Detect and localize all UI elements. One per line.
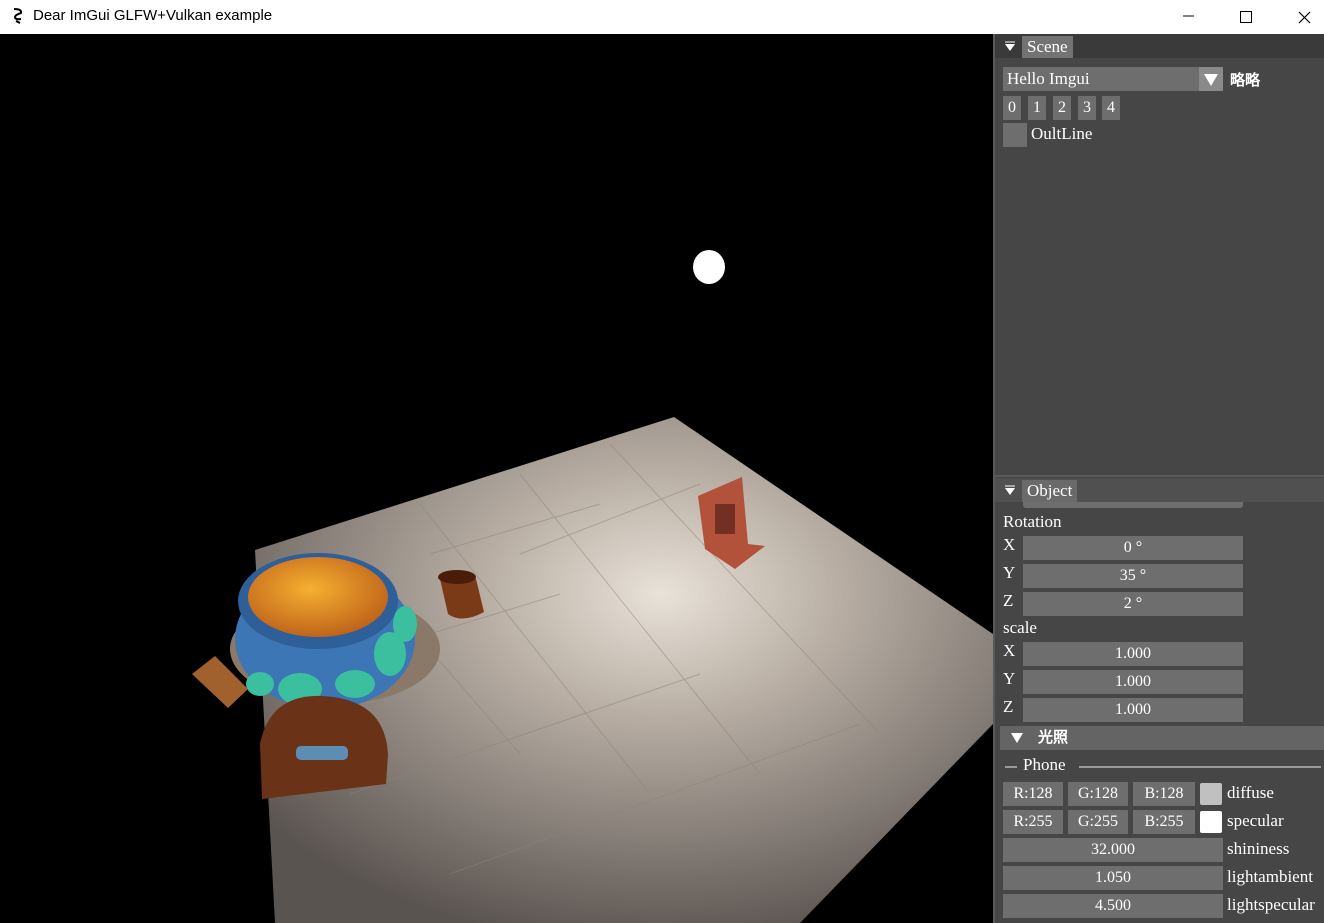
scale-y-label: Y (1003, 669, 1016, 688)
diffuse-r-field[interactable]: R:128 (1003, 782, 1063, 806)
specular-color-swatch[interactable] (1200, 811, 1222, 833)
close-button[interactable] (1275, 0, 1324, 34)
tab-object[interactable]: Object (1022, 480, 1078, 502)
light-collapsing-header[interactable]: 光照 (1000, 726, 1324, 750)
light-header-label: 光照 (1038, 730, 1069, 746)
specular-g-field[interactable]: G:255 (1068, 810, 1128, 834)
scale-z-label: Z (1003, 697, 1014, 716)
index-button-3[interactable]: 3 (1078, 96, 1096, 120)
diffuse-label: diffuse (1227, 783, 1274, 802)
close-icon (1298, 11, 1311, 24)
maximize-icon (1240, 11, 1252, 23)
tab-scene[interactable]: Scene (1022, 36, 1073, 58)
rotation-x-slider[interactable]: 0 ° (1023, 536, 1243, 560)
scale-z-slider[interactable]: 1.000 (1023, 698, 1243, 722)
specular-label: specular (1227, 811, 1284, 830)
minimize-button[interactable] (1159, 0, 1217, 34)
separator-line (1005, 766, 1017, 768)
cauldron-liquid (248, 557, 388, 637)
specular-r-field[interactable]: R:255 (1003, 810, 1063, 834)
lightambient-label: lightambient (1227, 867, 1313, 886)
chevron-down-icon (1204, 74, 1218, 86)
minimize-icon (1183, 15, 1194, 17)
window-title: Dear ImGui GLFW+Vulkan example (33, 7, 273, 24)
shininess-label: shininess (1227, 839, 1290, 858)
rotation-z-slider[interactable]: 2 ° (1023, 592, 1243, 616)
index-button-4[interactable]: 4 (1102, 96, 1120, 120)
scale-x-slider[interactable]: 1.000 (1023, 642, 1243, 666)
rotation-label: Rotation (1003, 512, 1062, 531)
combo-label: 略略 (1230, 73, 1261, 89)
lightspecular-label: lightspecular (1227, 895, 1315, 914)
specular-b-field[interactable]: B:255 (1133, 810, 1195, 834)
scale-label: scale (1003, 618, 1037, 637)
window-divider (995, 475, 1324, 477)
maximize-button[interactable] (1217, 0, 1275, 34)
rotation-y-slider[interactable]: 35 ° (1023, 564, 1243, 588)
diffuse-color-swatch[interactable] (1200, 783, 1222, 805)
object-window-header[interactable]: Object (995, 478, 1324, 502)
rotation-y-label: Y (1003, 563, 1016, 582)
index-button-2[interactable]: 2 (1053, 96, 1071, 120)
scene-window-header[interactable]: Scene (995, 34, 1324, 58)
title-bar: Dear ImGui GLFW+Vulkan example (0, 0, 1324, 34)
scale-x-label: X (1003, 641, 1016, 660)
light-sphere (693, 250, 725, 284)
scene-render (192, 250, 993, 923)
rotation-x-label: X (1003, 535, 1016, 554)
phone-separator-label: Phone (1023, 755, 1066, 774)
outline-label: OultLine (1031, 124, 1093, 143)
imgui-panel: Scene Hello Imgui 略略 0 1 2 3 4 OultLine … (993, 34, 1324, 923)
scale-y-slider[interactable]: 1.000 (1023, 670, 1243, 694)
combo-arrow-button[interactable] (1199, 67, 1223, 91)
scrolled-field[interactable] (1023, 502, 1243, 508)
outline-checkbox[interactable] (1003, 123, 1027, 147)
shininess-slider[interactable]: 32.000 (1003, 838, 1223, 862)
lightambient-slider[interactable]: 1.050 (1003, 866, 1223, 890)
combo-value: Hello Imgui (1007, 69, 1090, 88)
separator-line (1079, 766, 1321, 768)
app-icon (13, 8, 23, 24)
collapse-arrow-icon[interactable] (1004, 485, 1016, 497)
diffuse-b-field[interactable]: B:128 (1133, 782, 1195, 806)
lightspecular-slider[interactable]: 4.500 (1003, 894, 1223, 918)
index-button-0[interactable]: 0 (1003, 96, 1021, 120)
index-button-1[interactable]: 1 (1028, 96, 1046, 120)
scene-select-combo[interactable]: Hello Imgui (1003, 67, 1203, 91)
chevron-down-icon (1011, 733, 1023, 743)
collapse-arrow-icon[interactable] (1004, 41, 1016, 53)
diffuse-g-field[interactable]: G:128 (1068, 782, 1128, 806)
rotation-z-label: Z (1003, 591, 1014, 610)
render-viewport[interactable] (0, 34, 993, 923)
